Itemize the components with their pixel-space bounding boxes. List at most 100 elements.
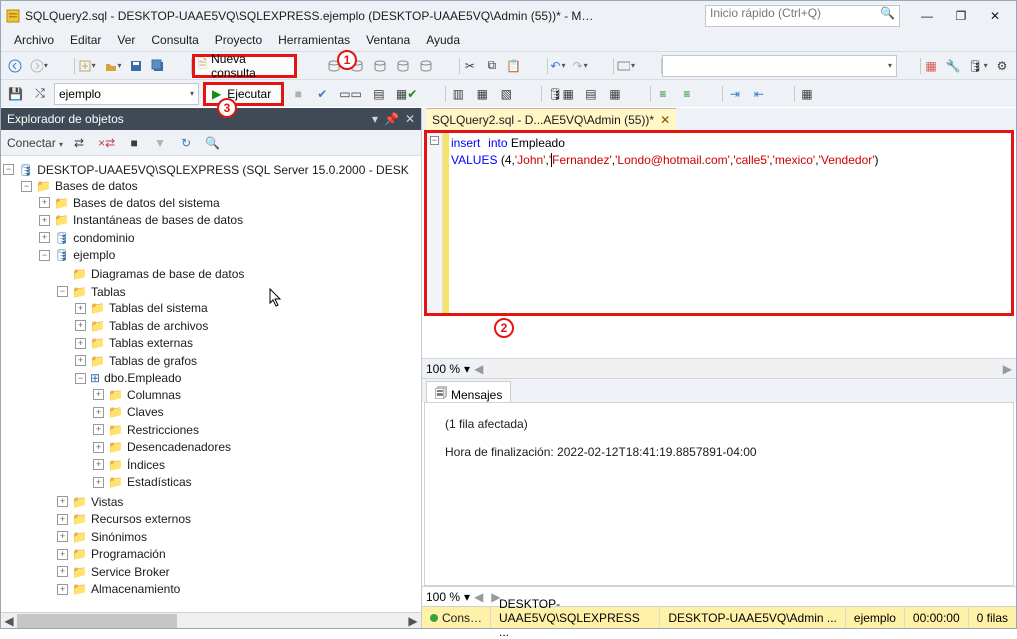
cut-button[interactable]: ✂	[460, 55, 480, 77]
comment-button[interactable]: ≡	[653, 83, 673, 105]
copy-button[interactable]: ⧉	[482, 55, 502, 77]
pro-node[interactable]: Programación	[91, 547, 166, 561]
connect-obj-button[interactable]: ⇄	[69, 132, 89, 154]
parse-button[interactable]: ✔	[312, 83, 332, 105]
zoom-scrollbar[interactable]	[487, 362, 998, 376]
close-button[interactable]: ✕	[978, 4, 1012, 28]
disconnect-button[interactable]: ×⇄	[95, 132, 118, 154]
panel-pin-icon[interactable]: 📌	[384, 112, 399, 126]
search-oe-button[interactable]: 🔍	[202, 132, 223, 154]
ejemplo-node[interactable]: ejemplo	[73, 248, 115, 262]
redo-button[interactable]: ↷▾	[570, 55, 590, 77]
engine-btn-3[interactable]	[369, 55, 390, 77]
server-node[interactable]: DESKTOP-UAAE5VQ\SQLEXPRESS (SQL Server 1…	[37, 163, 408, 177]
ind-node[interactable]: Índices	[127, 458, 165, 472]
menu-consulta[interactable]: Consulta	[144, 31, 205, 51]
text-node[interactable]: Tablas externas	[109, 336, 193, 350]
bds-node[interactable]: Bases de datos del sistema	[73, 196, 220, 210]
sin-node[interactable]: Sinónimos	[91, 530, 147, 544]
expand-icon[interactable]: +	[39, 197, 50, 208]
engine-btn-4[interactable]	[392, 55, 413, 77]
tarc-node[interactable]: Tablas de archivos	[109, 319, 208, 333]
expand-icon[interactable]: +	[57, 549, 68, 560]
solution-combo[interactable]: ▾	[662, 55, 897, 77]
new-item-button[interactable]: ▾	[75, 55, 99, 77]
find-combo-button[interactable]: ▾	[614, 55, 638, 77]
expand-icon[interactable]: +	[93, 442, 104, 453]
sql-editor[interactable]: − insert into Empleado VALUES (4,'John',…	[424, 130, 1014, 316]
rec-node[interactable]: Recursos externos	[91, 512, 191, 526]
panel-dropdown-icon[interactable]: ▾	[372, 112, 378, 126]
use-db-button[interactable]: 💾	[5, 83, 26, 105]
tsis-node[interactable]: Tablas del sistema	[109, 301, 208, 315]
est-node[interactable]: Estadísticas	[127, 475, 192, 489]
zoom-dd-icon[interactable]: ▾	[464, 362, 470, 376]
paste-button[interactable]: 📋	[504, 55, 524, 77]
ejecutar-button[interactable]: ▶ Ejecutar	[203, 82, 284, 106]
col-node[interactable]: Columnas	[127, 388, 181, 402]
specify-button[interactable]: ▦	[797, 83, 817, 105]
stop-conn-button[interactable]: ■	[124, 132, 144, 154]
condo-node[interactable]: condominio	[73, 231, 134, 245]
panel-close-icon[interactable]: ✕	[405, 112, 415, 126]
collapse-icon[interactable]: −	[3, 164, 14, 175]
opt3-button[interactable]: ▧	[496, 83, 516, 105]
vis-node[interactable]: Vistas	[91, 495, 123, 509]
change-conn-button[interactable]: ⤭	[30, 83, 50, 105]
tgra-node[interactable]: Tablas de grafos	[109, 354, 197, 368]
plan-button[interactable]: ▭▭	[336, 83, 365, 105]
settings-button[interactable]: ⚙	[992, 55, 1012, 77]
database-combo[interactable]: ejemplo▾	[54, 83, 199, 105]
opt2-button[interactable]: ▦	[472, 83, 492, 105]
activity-button[interactable]: ▦	[921, 55, 941, 77]
stop-button[interactable]: ■	[288, 83, 308, 105]
zoom2-left-icon[interactable]: ◀	[474, 590, 483, 604]
expand-icon[interactable]: +	[93, 477, 104, 488]
expand-icon[interactable]: +	[57, 514, 68, 525]
menu-editar[interactable]: Editar	[63, 31, 108, 51]
stats-button[interactable]: ▦✔	[393, 83, 420, 105]
refresh-button[interactable]: ↻	[176, 132, 196, 154]
sql-code[interactable]: insert into Empleado VALUES (4,'John','F…	[451, 135, 1009, 169]
expand-icon[interactable]: +	[39, 215, 50, 226]
zoom2-dd-icon[interactable]: ▾	[464, 590, 470, 604]
minimize-button[interactable]: —	[910, 4, 944, 28]
engine-btn-5[interactable]	[415, 55, 436, 77]
cla-node[interactable]: Claves	[127, 405, 164, 419]
save-all-button[interactable]	[148, 55, 168, 77]
object-tree[interactable]: −🛢DESKTOP-UAAE5VQ\SQLEXPRESS (SQL Server…	[1, 156, 421, 612]
menu-ventana[interactable]: Ventana	[359, 31, 417, 51]
save-button[interactable]	[126, 55, 146, 77]
tools-button[interactable]: 🔧	[943, 55, 963, 77]
scroll-thumb[interactable]	[17, 614, 177, 628]
expand-icon[interactable]: +	[39, 232, 50, 243]
conectar-button[interactable]: Conectar ▾	[7, 136, 63, 150]
indent-button[interactable]: ⇥	[725, 83, 745, 105]
menu-ver[interactable]: Ver	[110, 31, 142, 51]
filter-button[interactable]: ▼	[150, 132, 170, 154]
expand-icon[interactable]: +	[93, 424, 104, 435]
zoom-right-icon[interactable]: ▶	[1003, 362, 1012, 376]
nav-back-button[interactable]	[5, 55, 25, 77]
fold-icon[interactable]: −	[430, 136, 439, 145]
nueva-consulta-button[interactable]: 🗎 Nueva consulta	[192, 54, 296, 78]
diag-node[interactable]: Diagramas de base de datos	[91, 267, 244, 281]
quick-launch-input[interactable]: Inicio rápido (Ctrl+Q) 🔍	[705, 5, 900, 27]
menu-proyecto[interactable]: Proyecto	[208, 31, 269, 51]
expand-icon[interactable]: +	[75, 303, 86, 314]
uncomment-button[interactable]: ≡	[677, 83, 697, 105]
expand-icon[interactable]: +	[93, 407, 104, 418]
include-plan-button[interactable]: ▤	[369, 83, 389, 105]
outdent-button[interactable]: ⇤	[749, 83, 769, 105]
nav-fwd-button[interactable]: ▾	[27, 55, 51, 77]
undo-button[interactable]: ↶▾	[548, 55, 568, 77]
results-grid-button[interactable]: 🛢▦	[544, 83, 577, 105]
expand-icon[interactable]: +	[75, 355, 86, 366]
zoom-value[interactable]: 100 %	[426, 362, 460, 376]
scroll-right-icon[interactable]: ▶	[405, 613, 421, 628]
emp-node[interactable]: dbo.Empleado	[104, 371, 181, 385]
scroll-left-icon[interactable]: ◀	[1, 613, 17, 628]
expand-icon[interactable]: +	[57, 531, 68, 542]
editor-tab[interactable]: SQLQuery2.sql - D...AE5VQ\Admin (55))* ✕	[426, 108, 676, 130]
results-file-button[interactable]: ▦	[605, 83, 625, 105]
